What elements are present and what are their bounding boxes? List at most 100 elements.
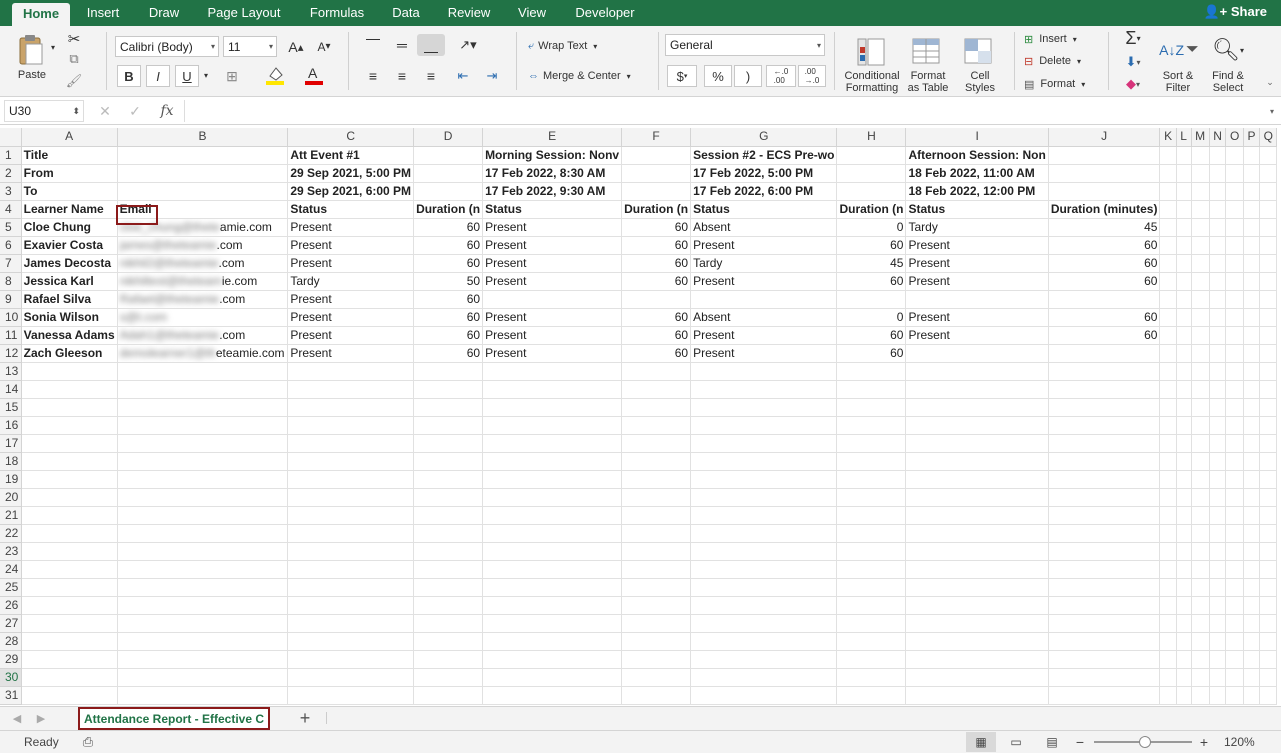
- cell[interactable]: 60: [621, 344, 692, 363]
- cell[interactable]: [690, 398, 838, 417]
- cell[interactable]: 29 Sep 2021, 6:00 PM: [287, 182, 415, 201]
- cell[interactable]: [1225, 362, 1244, 381]
- cell[interactable]: Sonia Wilson: [21, 308, 118, 327]
- cell[interactable]: [1209, 398, 1227, 417]
- cell[interactable]: [690, 434, 838, 453]
- cell[interactable]: [287, 686, 415, 705]
- normal-view-icon[interactable]: ▦: [966, 732, 996, 752]
- cell[interactable]: [482, 560, 623, 579]
- cell[interactable]: [1225, 686, 1244, 705]
- enter-check-icon[interactable]: ✓: [126, 100, 144, 122]
- cell[interactable]: [1191, 524, 1210, 543]
- cell[interactable]: [1209, 416, 1227, 435]
- cell[interactable]: Tardy: [905, 218, 1049, 237]
- cell[interactable]: Present: [287, 344, 415, 363]
- page-layout-view-icon[interactable]: ▭: [1004, 732, 1028, 752]
- cell[interactable]: [1243, 614, 1261, 633]
- cell[interactable]: [1259, 380, 1278, 399]
- cell[interactable]: Present: [905, 308, 1049, 327]
- cell[interactable]: [1225, 254, 1244, 273]
- cell[interactable]: [836, 686, 907, 705]
- cell[interactable]: [1259, 650, 1278, 669]
- cell[interactable]: [836, 290, 907, 309]
- cell[interactable]: 0: [836, 218, 907, 237]
- cell[interactable]: Present: [905, 272, 1049, 291]
- cell[interactable]: [1176, 398, 1192, 417]
- column-header-e[interactable]: E: [482, 128, 623, 147]
- cell[interactable]: [1159, 488, 1177, 507]
- column-header-f[interactable]: F: [621, 128, 692, 147]
- cell[interactable]: [1191, 542, 1210, 561]
- cell[interactable]: [287, 416, 415, 435]
- cell[interactable]: [1176, 362, 1192, 381]
- cell[interactable]: [621, 578, 692, 597]
- sheet-tab-attendance-report[interactable]: Attendance Report - Effective C: [78, 707, 270, 730]
- cell[interactable]: 60: [621, 326, 692, 345]
- cell[interactable]: [1191, 398, 1210, 417]
- cell[interactable]: [621, 650, 692, 669]
- cell[interactable]: [1225, 236, 1244, 255]
- cell[interactable]: [482, 506, 623, 525]
- cell[interactable]: [1048, 416, 1161, 435]
- cell[interactable]: [21, 362, 118, 381]
- column-header-n[interactable]: N: [1209, 128, 1227, 147]
- cell[interactable]: [1209, 236, 1227, 255]
- cell[interactable]: [117, 416, 289, 435]
- cell[interactable]: [836, 470, 907, 489]
- row-header[interactable]: 13: [0, 362, 22, 381]
- cell[interactable]: [21, 650, 118, 669]
- cell[interactable]: s@t.com: [117, 308, 289, 327]
- bold-button[interactable]: B: [117, 65, 141, 87]
- row-header[interactable]: 2: [0, 164, 22, 183]
- row-header[interactable]: 8: [0, 272, 22, 291]
- cell[interactable]: [413, 650, 484, 669]
- cell[interactable]: [413, 380, 484, 399]
- cell[interactable]: [117, 164, 289, 183]
- cell[interactable]: [1209, 434, 1227, 453]
- cell[interactable]: [1225, 344, 1244, 363]
- cell[interactable]: 60: [413, 326, 484, 345]
- cell[interactable]: [1176, 326, 1192, 345]
- cell[interactable]: 60: [1048, 236, 1161, 255]
- cell[interactable]: [1243, 218, 1261, 237]
- cell[interactable]: [1176, 344, 1192, 363]
- cell[interactable]: [482, 398, 623, 417]
- cell[interactable]: [1191, 488, 1210, 507]
- cell[interactable]: [836, 524, 907, 543]
- cell[interactable]: [905, 542, 1049, 561]
- cell[interactable]: [905, 632, 1049, 651]
- cell[interactable]: [413, 614, 484, 633]
- cell[interactable]: [1259, 200, 1278, 219]
- cell[interactable]: [905, 488, 1049, 507]
- row-header[interactable]: 28: [0, 632, 22, 651]
- cell[interactable]: 60: [1048, 308, 1161, 327]
- cell[interactable]: [1159, 632, 1177, 651]
- cell[interactable]: Afternoon Session: Non: [905, 146, 1049, 165]
- cell[interactable]: [482, 686, 623, 705]
- cell[interactable]: [1191, 164, 1210, 183]
- cell[interactable]: [1243, 452, 1261, 471]
- cell[interactable]: [21, 542, 118, 561]
- cell[interactable]: [1048, 488, 1161, 507]
- cell[interactable]: [905, 650, 1049, 669]
- cell[interactable]: [1209, 560, 1227, 579]
- column-header-m[interactable]: M: [1191, 128, 1210, 147]
- cell[interactable]: [1259, 398, 1278, 417]
- cell[interactable]: [1209, 668, 1227, 687]
- macro-record-icon[interactable]: ⎙: [78, 733, 98, 751]
- cell[interactable]: [1048, 596, 1161, 615]
- cell[interactable]: [1225, 308, 1244, 327]
- cell[interactable]: [1209, 524, 1227, 543]
- cell[interactable]: [1191, 668, 1210, 687]
- cell[interactable]: [117, 452, 289, 471]
- cell[interactable]: [1225, 614, 1244, 633]
- cell[interactable]: [413, 164, 484, 183]
- cell[interactable]: [690, 542, 838, 561]
- cell[interactable]: [1225, 416, 1244, 435]
- cell[interactable]: [1191, 560, 1210, 579]
- cell[interactable]: [690, 362, 838, 381]
- cell[interactable]: [1159, 596, 1177, 615]
- cell[interactable]: [413, 452, 484, 471]
- cell[interactable]: [836, 632, 907, 651]
- cell[interactable]: [287, 650, 415, 669]
